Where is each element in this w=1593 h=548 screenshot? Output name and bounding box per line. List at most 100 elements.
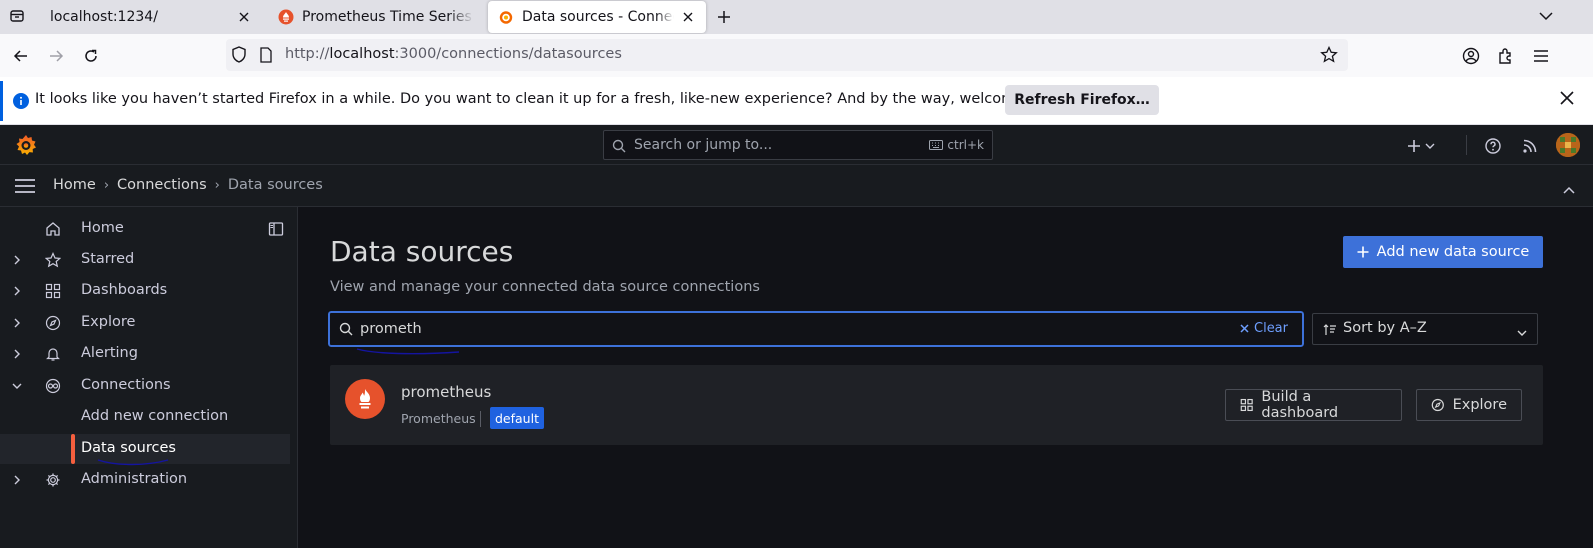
chevron-right-icon[interactable] [9, 346, 25, 362]
apps-icon [44, 282, 62, 300]
url-host: localhost [329, 46, 395, 62]
extensions-icon[interactable] [1493, 43, 1519, 69]
search-input[interactable]: prometh Clear [327, 310, 1305, 348]
close-tab-icon[interactable] [680, 9, 696, 25]
account-icon[interactable] [1458, 43, 1484, 69]
datasource-meta-divider [480, 411, 481, 427]
sidebar-item-label: Administration [81, 471, 188, 487]
search-icon [339, 321, 353, 340]
list-all-tabs-icon[interactable] [1535, 5, 1557, 27]
grafana-favicon-icon [498, 9, 514, 25]
news-rss-icon[interactable] [1519, 135, 1541, 157]
sidebar-item-administration[interactable]: Administration [0, 465, 290, 495]
firefox-view-icon[interactable] [6, 5, 28, 27]
sidebar-item-dashboards[interactable]: Dashboards [0, 276, 290, 306]
chevron-up-icon[interactable] [1563, 179, 1575, 198]
sort-amount-icon [1323, 322, 1337, 341]
sidebar-item-label: Data sources [81, 440, 176, 456]
close-notification-icon[interactable] [1559, 90, 1575, 110]
explore-label: Explore [1452, 397, 1507, 413]
sidebar-item-starred[interactable]: Starred [0, 245, 290, 275]
notification-accent [0, 81, 3, 121]
browser-tab-prometheus[interactable]: Prometheus Time Series [268, 1, 484, 33]
compass-icon [1431, 398, 1444, 412]
user-avatar[interactable] [1556, 133, 1580, 157]
sidebar-item-explore[interactable]: Explore [0, 308, 290, 338]
grafana-logo-icon[interactable] [14, 133, 38, 161]
default-badge: default [490, 407, 544, 429]
refresh-firefox-button[interactable]: Refresh Firefox… [1005, 85, 1159, 115]
tab-title: localhost:1234/ [50, 9, 158, 25]
url-text: http://localhost:3000/connections/dataso… [285, 46, 622, 62]
plus-icon [1408, 140, 1420, 152]
chevron-down-icon [1425, 143, 1435, 149]
menu-icon[interactable] [1528, 43, 1554, 69]
add-button-label: Add new data source [1376, 244, 1530, 260]
page-title: Data sources [330, 235, 514, 268]
sort-select[interactable]: Sort by A–Z [1312, 313, 1538, 345]
tab-title: Data sources - Connections [522, 9, 674, 25]
link-icon [44, 377, 62, 395]
cog-icon [44, 471, 62, 489]
sidebar-item-label: Home [81, 220, 124, 236]
browser-tab-localhost[interactable]: localhost:1234/ [40, 1, 262, 33]
help-icon[interactable] [1482, 135, 1504, 157]
sidebar-item-label: Starred [81, 251, 135, 267]
chevron-right-icon[interactable] [9, 283, 25, 299]
browser-tab-datasources[interactable]: Data sources - Connections [488, 1, 706, 33]
search-bar[interactable]: Search or jump to... ctrl+k [603, 130, 993, 160]
bookmark-star-icon[interactable] [1320, 45, 1338, 68]
forward-icon[interactable] [43, 43, 69, 69]
sidebar-item-alerting[interactable]: Alerting [0, 339, 290, 369]
sort-label: Sort by A–Z [1343, 320, 1427, 336]
close-icon [1240, 324, 1249, 333]
top-bar-divider [1466, 135, 1467, 155]
sidebar-item-label: Connections [81, 377, 171, 393]
active-indicator [71, 434, 75, 464]
notification-message: It looks like you haven’t started Firefo… [35, 91, 1070, 107]
page-subtitle: View and manage your connected data sour… [330, 279, 760, 295]
breadcrumb-connections[interactable]: Connections [117, 177, 207, 193]
compass-icon [44, 314, 62, 332]
breadcrumb-current: Data sources [227, 177, 323, 193]
browser-tab-bar: localhost:1234/ Prometheus Time Series D… [0, 0, 1593, 34]
shortcut-label: ctrl+k [947, 138, 984, 152]
back-icon[interactable] [8, 43, 34, 69]
chevron-right-icon[interactable] [9, 315, 25, 331]
search-shortcut: ctrl+k [929, 138, 984, 152]
chevron-right-icon[interactable] [9, 252, 25, 268]
chevron-down-icon[interactable] [9, 378, 25, 394]
breadcrumb-home[interactable]: Home [53, 177, 96, 193]
chevron-right-icon: › [103, 177, 110, 193]
url-scheme: http:// [285, 46, 330, 62]
page-info-icon[interactable] [259, 47, 273, 67]
datasource-name[interactable]: prometheus [401, 383, 491, 401]
explore-button[interactable]: Explore [1416, 389, 1522, 421]
new-menu-button[interactable] [1404, 135, 1438, 157]
sidebar-item-label: Alerting [81, 345, 138, 361]
info-icon [13, 93, 29, 113]
clear-label: Clear [1254, 321, 1288, 336]
add-new-data-source-button[interactable]: Add new data source [1343, 236, 1543, 268]
sidebar-item-label: Dashboards [81, 282, 168, 298]
sidebar-item-data-sources[interactable]: Data sources [0, 434, 290, 464]
hamburger-menu-icon[interactable] [14, 178, 36, 198]
datasource-card[interactable]: prometheus Prometheus default Build a da… [330, 365, 1543, 445]
bell-icon [44, 345, 62, 363]
new-tab-icon[interactable] [712, 5, 736, 29]
sidebar-item-home[interactable]: Home [0, 214, 290, 244]
apps-icon [1240, 398, 1253, 412]
clear-search-button[interactable]: Clear [1240, 321, 1288, 336]
prometheus-favicon-icon [278, 9, 294, 25]
breadcrumb-bar: Home › Connections › Data sources [0, 165, 1593, 207]
sidebar-item-add-new-connection[interactable]: Add new connection [0, 402, 290, 432]
build-dashboard-button[interactable]: Build a dashboard [1225, 389, 1402, 421]
sidebar-item-connections[interactable]: Connections [0, 371, 290, 401]
address-bar[interactable]: http://localhost:3000/connections/dataso… [226, 39, 1348, 71]
search-input-value: prometh [360, 321, 422, 337]
close-tab-icon[interactable] [236, 9, 252, 25]
tracking-protection-icon[interactable] [231, 46, 247, 68]
chevron-right-icon[interactable] [9, 472, 25, 488]
reload-icon[interactable] [78, 43, 104, 69]
keyboard-icon [929, 140, 944, 150]
